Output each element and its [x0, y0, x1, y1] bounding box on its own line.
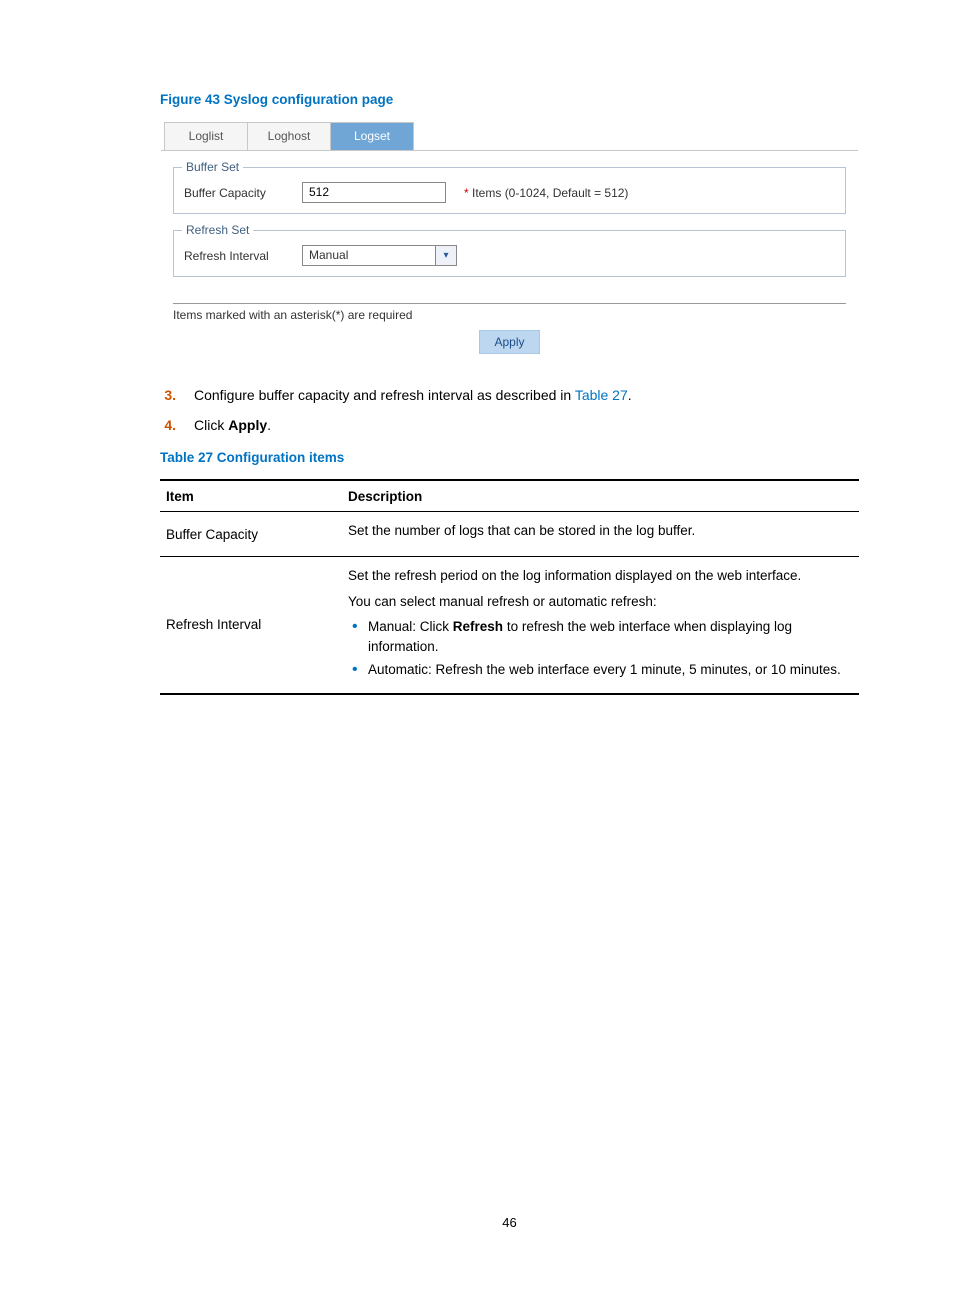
cell-description: Set the refresh period on the log inform… [342, 556, 859, 693]
refresh-interval-select[interactable]: Manual ▾ [302, 245, 457, 266]
list-item: Automatic: Refresh the web interface eve… [368, 660, 853, 680]
divider [173, 303, 846, 304]
table-row: Buffer Capacity Set the number of logs t… [160, 512, 859, 557]
step-3-number: 3. [160, 385, 176, 407]
tab-logset[interactable]: Logset [330, 122, 414, 150]
r2-b1-pre: Manual: Click [368, 619, 453, 634]
cell-description: Set the number of logs that can be store… [342, 512, 859, 557]
buffer-set-legend: Buffer Set [182, 160, 243, 174]
step-3: 3. Configure buffer capacity and refresh… [160, 385, 859, 407]
step-4-bold: Apply [228, 417, 267, 433]
step-3-post: . [628, 387, 632, 403]
tab-loglist[interactable]: Loglist [164, 122, 248, 150]
header-description: Description [342, 480, 859, 512]
step-4-text: Click Apply. [194, 415, 271, 437]
table-row: Refresh Interval Set the refresh period … [160, 556, 859, 693]
step-4-post: . [267, 417, 271, 433]
step-4-pre: Click [194, 417, 228, 433]
tab-loghost[interactable]: Loghost [247, 122, 331, 150]
buffer-set-group: Buffer Set Buffer Capacity 512 * Items (… [173, 167, 846, 214]
screenshot-panel: Loglist Loghost Logset Buffer Set Buffer… [160, 121, 859, 359]
page-number: 46 [160, 1215, 859, 1230]
table-27-link[interactable]: Table 27 [575, 387, 628, 403]
buffer-capacity-note: * Items (0-1024, Default = 512) [464, 186, 628, 200]
table-caption: Table 27 Configuration items [160, 450, 859, 465]
refresh-interval-value: Manual [302, 245, 435, 266]
refresh-interval-label: Refresh Interval [184, 249, 284, 263]
instruction-steps: 3. Configure buffer capacity and refresh… [160, 385, 859, 436]
config-items-table: Item Description Buffer Capacity Set the… [160, 479, 859, 694]
apply-button[interactable]: Apply [479, 330, 539, 354]
buffer-capacity-input[interactable]: 512 [302, 182, 446, 203]
step-4: 4. Click Apply. [160, 415, 859, 437]
step-4-number: 4. [160, 415, 176, 437]
r2-p2: You can select manual refresh or automat… [348, 592, 853, 612]
r2-p1: Set the refresh period on the log inform… [348, 566, 853, 586]
tab-bar: Loglist Loghost Logset [161, 122, 858, 151]
header-item: Item [160, 480, 342, 512]
refresh-set-legend: Refresh Set [182, 223, 253, 237]
buffer-capacity-label: Buffer Capacity [184, 186, 284, 200]
cell-item: Refresh Interval [160, 556, 342, 693]
required-fields-note: Items marked with an asterisk(*) are req… [173, 308, 846, 322]
buffer-capacity-note-text: Items (0-1024, Default = 512) [472, 186, 628, 200]
r2-b1-bold: Refresh [453, 619, 503, 634]
cell-item: Buffer Capacity [160, 512, 342, 557]
step-3-pre: Configure buffer capacity and refresh in… [194, 387, 575, 403]
step-3-text: Configure buffer capacity and refresh in… [194, 385, 632, 407]
r1-desc: Set the number of logs that can be store… [348, 521, 853, 541]
list-item: Manual: Click Refresh to refresh the web… [368, 617, 853, 656]
figure-caption: Figure 43 Syslog configuration page [160, 92, 859, 107]
refresh-set-group: Refresh Set Refresh Interval Manual ▾ [173, 230, 846, 277]
chevron-down-icon[interactable]: ▾ [435, 245, 457, 266]
